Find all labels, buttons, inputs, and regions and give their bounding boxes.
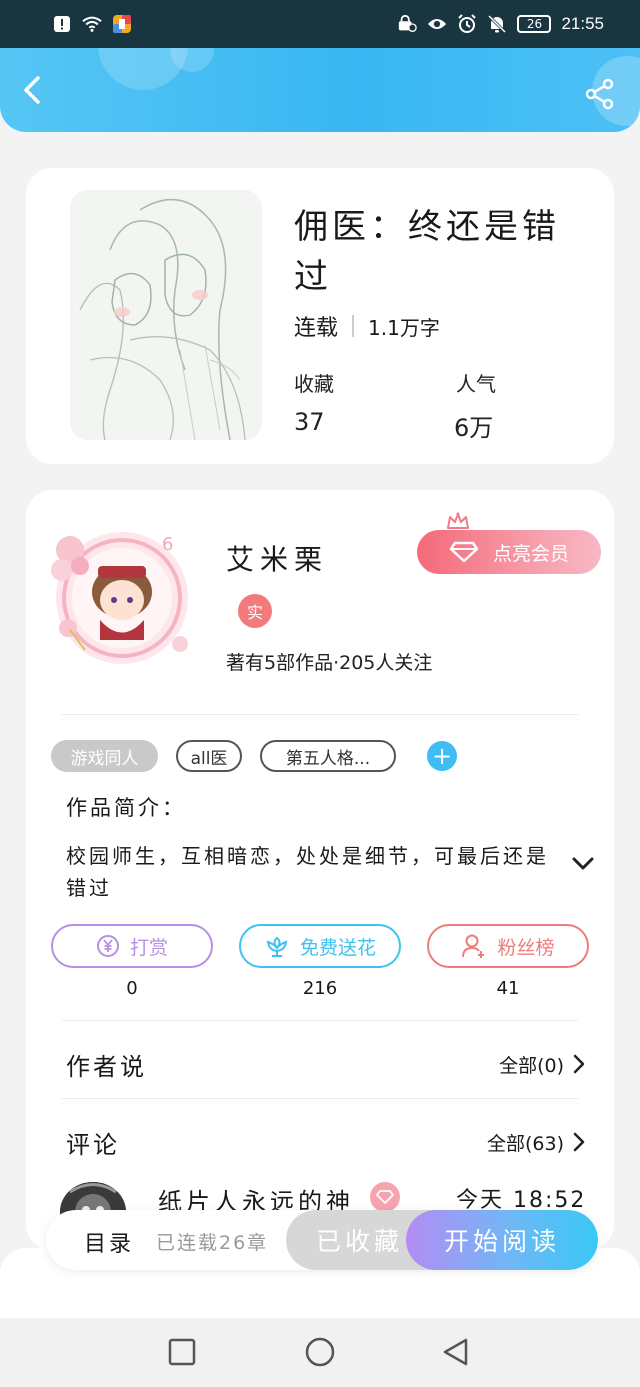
tag-all-doctor[interactable]: all医	[176, 740, 242, 772]
alarm-icon	[457, 14, 477, 34]
author-card: 6 艾米栗 实 著有5部作品·205人关注 点亮会员 游戏同人 all医 第五人…	[26, 490, 614, 1250]
wifi-icon	[82, 14, 102, 34]
author-says-row[interactable]: 作者说 全部(0)	[66, 1046, 586, 1082]
toc-button[interactable]: 目录	[84, 1226, 134, 1258]
eye-icon	[427, 14, 447, 34]
back-button[interactable]	[18, 74, 50, 106]
author-meta: 著有5部作品·205人关注	[226, 652, 433, 674]
yen-coin-icon	[96, 935, 119, 957]
popularity-label: 人气	[456, 372, 496, 396]
favorited-label: 已收藏	[316, 1227, 404, 1256]
start-reading-button[interactable]: 开始阅读	[406, 1210, 598, 1270]
intro-title: 作品简介：	[66, 796, 186, 820]
intro-text: 校园师生，互相暗恋，处处是细节，可最后还是错过	[66, 844, 549, 900]
alert-icon	[52, 14, 72, 34]
triangle-back-icon	[443, 1338, 468, 1366]
square-icon	[168, 1338, 196, 1366]
book-info-card: 佣医：终还是错过 连载 1.1万字 收藏 37 人气 6万	[26, 168, 614, 464]
bottom-action-bar: 目录 已连载26章 已收藏 开始阅读	[46, 1210, 598, 1270]
flower-icon	[266, 936, 288, 957]
comments-title: 评论	[66, 1130, 120, 1159]
add-tag-button[interactable]: +	[427, 741, 457, 771]
vip-button[interactable]: 点亮会员	[417, 530, 601, 574]
verified-badge: 实	[238, 594, 272, 628]
clock: 21:55	[561, 14, 604, 33]
reward-label: 打赏	[129, 936, 168, 959]
vip-button-label: 点亮会员	[492, 542, 569, 565]
send-flower-button[interactable]: 免费送花	[239, 924, 401, 968]
send-flower-label: 免费送花	[299, 936, 376, 959]
chevron-left-icon	[24, 76, 40, 104]
battery-icon: 26	[517, 15, 552, 33]
vip-gem-icon	[370, 1182, 400, 1212]
comments-row[interactable]: 评论 全部(63)	[66, 1124, 586, 1160]
status-bar: 26 21:55	[0, 0, 640, 48]
chevron-down-icon	[572, 857, 594, 870]
recents-button[interactable]	[166, 1336, 198, 1368]
circle-icon	[305, 1337, 335, 1367]
chapter-count: 已连载26章	[156, 1232, 269, 1254]
system-nav-bar	[0, 1318, 640, 1387]
divider	[62, 714, 578, 715]
fan-person-icon	[462, 934, 485, 958]
diamond-icon	[449, 541, 479, 563]
author-says-title: 作者说	[66, 1052, 147, 1081]
book-cover-image[interactable]	[70, 190, 262, 440]
reward-button[interactable]: 打赏	[51, 924, 213, 968]
book-status-row: 连载 1.1万字	[294, 310, 440, 342]
start-reading-label: 开始阅读	[443, 1227, 560, 1256]
chevron-right-icon	[573, 1054, 585, 1074]
author-avatar[interactable]: 6	[40, 520, 200, 670]
fan-ranking-label: 粉丝榜	[497, 936, 555, 959]
popularity-value: 6万	[454, 414, 494, 442]
expand-intro-button[interactable]	[572, 856, 594, 872]
app-notification-icon	[112, 14, 132, 34]
author-says-link: 全部(0)	[499, 1054, 564, 1077]
divider	[62, 1098, 578, 1099]
vpn-lock-icon	[397, 14, 418, 34]
comments-link: 全部(63)	[486, 1132, 564, 1155]
avatar-level: 6	[162, 534, 173, 555]
share-button[interactable]	[584, 78, 616, 110]
favorites-label: 收藏	[294, 372, 334, 396]
book-title: 佣医：终还是错过	[294, 207, 560, 297]
mute-bell-icon	[487, 14, 507, 34]
serial-status: 连载	[294, 316, 339, 341]
author-name[interactable]: 艾米栗	[226, 538, 328, 578]
fan-ranking-button[interactable]: 粉丝榜	[427, 924, 589, 968]
plus-icon: +	[431, 742, 453, 770]
reward-count: 0	[126, 978, 138, 999]
crown-icon	[447, 512, 469, 529]
word-count: 1.1万字	[368, 315, 440, 340]
home-button[interactable]	[304, 1336, 336, 1368]
favorites-value: 37	[294, 408, 325, 436]
divider	[62, 1020, 578, 1021]
chevron-right-icon	[573, 1132, 585, 1152]
top-header	[0, 48, 640, 132]
divider	[352, 315, 355, 337]
tag-game-fanfic[interactable]: 游戏同人	[51, 740, 158, 772]
fan-count: 41	[496, 978, 520, 999]
tag-identity-v[interactable]: 第五人格...	[260, 740, 396, 772]
back-nav-button[interactable]	[440, 1336, 472, 1368]
flower-count: 216	[302, 978, 338, 999]
share-icon	[585, 78, 614, 110]
